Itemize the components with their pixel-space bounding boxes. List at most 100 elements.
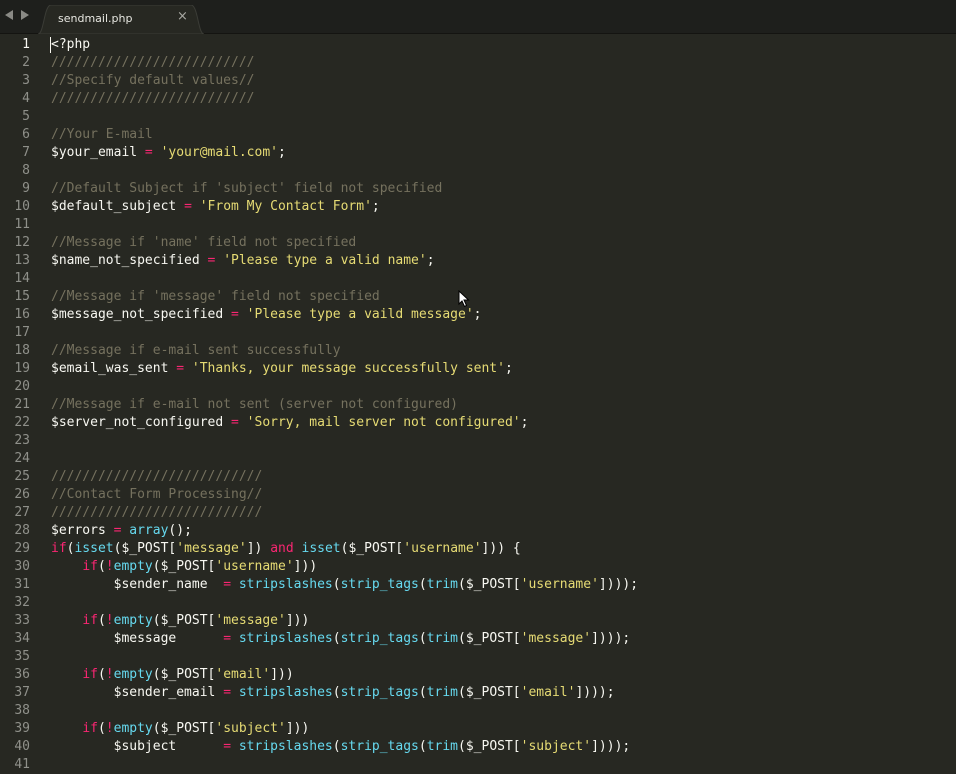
code-token: /////////////////////////// — [51, 469, 263, 484]
code-line[interactable]: 24 — [0, 450, 956, 468]
code-token: ; — [277, 145, 286, 160]
code-line[interactable]: 19 $email_was_sent = 'Thanks, your messag… — [0, 360, 956, 378]
code-line[interactable]: 33 if(!empty($_POST['message'])) — [0, 612, 956, 630]
close-icon[interactable]: × — [177, 9, 188, 24]
code-token: = — [223, 739, 232, 754]
code-line[interactable]: 4 ////////////////////////// — [0, 90, 956, 108]
code-line[interactable]: 11 — [0, 216, 956, 234]
code-line[interactable]: 9 //Default Subject if 'subject' field no… — [0, 180, 956, 198]
code-token: and — [270, 541, 294, 556]
code-token: ($_POST[ — [152, 721, 216, 736]
code-token: //Message if e-mail not sent (server not… — [51, 397, 458, 412]
code-line[interactable]: 20 — [0, 378, 956, 396]
code-token: isset — [74, 541, 114, 556]
code-token: //Contact Form Processing// — [51, 487, 263, 502]
code-text: if(isset($_POST['message']) and isset($_… — [51, 540, 521, 558]
code-line[interactable]: 36 if(!empty($_POST['email'])) — [0, 666, 956, 684]
code-token: //Message if e-mail sent successfully — [51, 343, 341, 358]
code-line[interactable]: 7 $your_email = 'your@mail.com'; — [0, 144, 956, 162]
code-token: 'email' — [520, 685, 576, 700]
code-line[interactable]: 18 //Message if e-mail sent successfully — [0, 342, 956, 360]
code-line[interactable]: 32 — [0, 594, 956, 612]
code-token: ($_POST[ — [152, 613, 216, 628]
line-number: 13 — [14, 253, 30, 268]
line-number: 24 — [14, 451, 30, 466]
code-line[interactable]: 17 — [0, 324, 956, 342]
line-number: 25 — [14, 469, 30, 484]
code-token: ( — [97, 721, 106, 736]
code-token: = — [231, 307, 239, 322]
code-line[interactable]: 15 //Message if 'message' field not speci… — [0, 288, 956, 306]
code-text: $your_email = 'your@mail.com'; — [51, 144, 286, 162]
code-line[interactable]: 12 //Message if 'name' field not specifie… — [0, 234, 956, 252]
code-token: 'Please type a valid name' — [223, 253, 427, 268]
chevron-right-icon[interactable] — [21, 10, 29, 20]
code-token: stripslashes — [238, 631, 333, 646]
code-text: if(!empty($_POST['email'])) — [51, 666, 293, 684]
code-text: //Contact Form Processing// — [51, 486, 262, 504]
code-line[interactable]: 28 $errors = array(); — [0, 522, 956, 540]
code-token: ; — [504, 361, 513, 376]
code-text: //Message if 'message' field not specifi… — [51, 288, 380, 306]
line-number: 21 — [14, 397, 30, 412]
code-line[interactable]: 30 if(!empty($_POST['username'])) — [0, 558, 956, 576]
code-token: ! — [105, 721, 114, 736]
code-token: ])) — [285, 721, 310, 736]
code-token: if — [82, 559, 98, 574]
code-line[interactable]: 25 /////////////////////////// — [0, 468, 956, 486]
code-line[interactable]: 29 if(isset($_POST['message']) and isset(… — [0, 540, 956, 558]
code-line[interactable]: 1 <?php — [0, 36, 956, 54]
code-line[interactable]: 38 — [0, 702, 956, 720]
code-editor[interactable]: 1 <?php 2 ////////////////////////// 3 //Spec… — [0, 35, 956, 774]
code-line[interactable]: 16 $message_not_specified = 'Please type … — [0, 306, 956, 324]
code-text: if(!empty($_POST['subject'])) — [51, 720, 309, 738]
code-token: $message — [51, 631, 224, 646]
line-number: 14 — [14, 271, 30, 286]
line-number: 22 — [14, 415, 30, 430]
code-line[interactable]: 41 — [0, 756, 956, 774]
code-token: ! — [105, 559, 114, 574]
chevron-left-icon[interactable] — [5, 10, 13, 20]
code-line[interactable]: 34 $message = stripslashes(strip_tags(tr… — [0, 630, 956, 648]
code-line[interactable]: 13 $name_not_specified = 'Please type a v… — [0, 252, 956, 270]
code-line[interactable]: 2 ////////////////////////// — [0, 54, 956, 72]
code-line[interactable]: 40 $subject = stripslashes(strip_tags(tr… — [0, 738, 956, 756]
code-token: empty — [113, 613, 153, 628]
code-token: ( — [97, 559, 106, 574]
code-token: (); — [168, 523, 192, 538]
code-line[interactable]: 6 //Your E-mail — [0, 126, 956, 144]
code-line[interactable]: 39 if(!empty($_POST['subject'])) — [0, 720, 956, 738]
code-line[interactable]: 31 $sender_name = stripslashes(strip_tag… — [0, 576, 956, 594]
code-line[interactable]: 3 //Specify default values// — [0, 72, 956, 90]
code-token: empty — [113, 559, 153, 574]
line-number: 26 — [14, 487, 30, 502]
tab-sendmail[interactable]: sendmail.php × — [38, 5, 204, 34]
code-line[interactable]: 5 — [0, 108, 956, 126]
code-line[interactable]: 35 — [0, 648, 956, 666]
code-line[interactable]: 8 — [0, 162, 956, 180]
code-text: $default_subject = 'From My Contact Form… — [51, 198, 380, 216]
code-line[interactable]: 21 //Message if e-mail not sent (server n… — [0, 396, 956, 414]
code-token: ]) — [246, 541, 271, 556]
line-number: 38 — [14, 703, 30, 718]
code-line[interactable]: 26 //Contact Form Processing// — [0, 486, 956, 504]
code-token: ($_POST[ — [458, 631, 521, 646]
code-line[interactable]: 37 $sender_email = stripslashes(strip_ta… — [0, 684, 956, 702]
code-token: $message_not_specified — [51, 307, 232, 322]
code-line[interactable]: 14 — [0, 270, 956, 288]
code-line[interactable]: 22 $server_not_configured = 'Sorry, mail … — [0, 414, 956, 432]
code-token: = — [223, 685, 232, 700]
line-number: 18 — [14, 343, 30, 358]
code-token: array — [129, 523, 169, 538]
line-number: 31 — [14, 577, 30, 592]
line-number: 2 — [22, 55, 30, 70]
code-text: //Specify default values// — [51, 72, 255, 90]
code-line[interactable]: 27 /////////////////////////// — [0, 504, 956, 522]
code-text: $sender_name = stripslashes(strip_tags(t… — [51, 576, 638, 594]
code-line[interactable]: 23 — [0, 432, 956, 450]
code-line[interactable]: 10 $default_subject = 'From My Contact Fo… — [0, 198, 956, 216]
code-text: ////////////////////////// — [51, 90, 255, 108]
